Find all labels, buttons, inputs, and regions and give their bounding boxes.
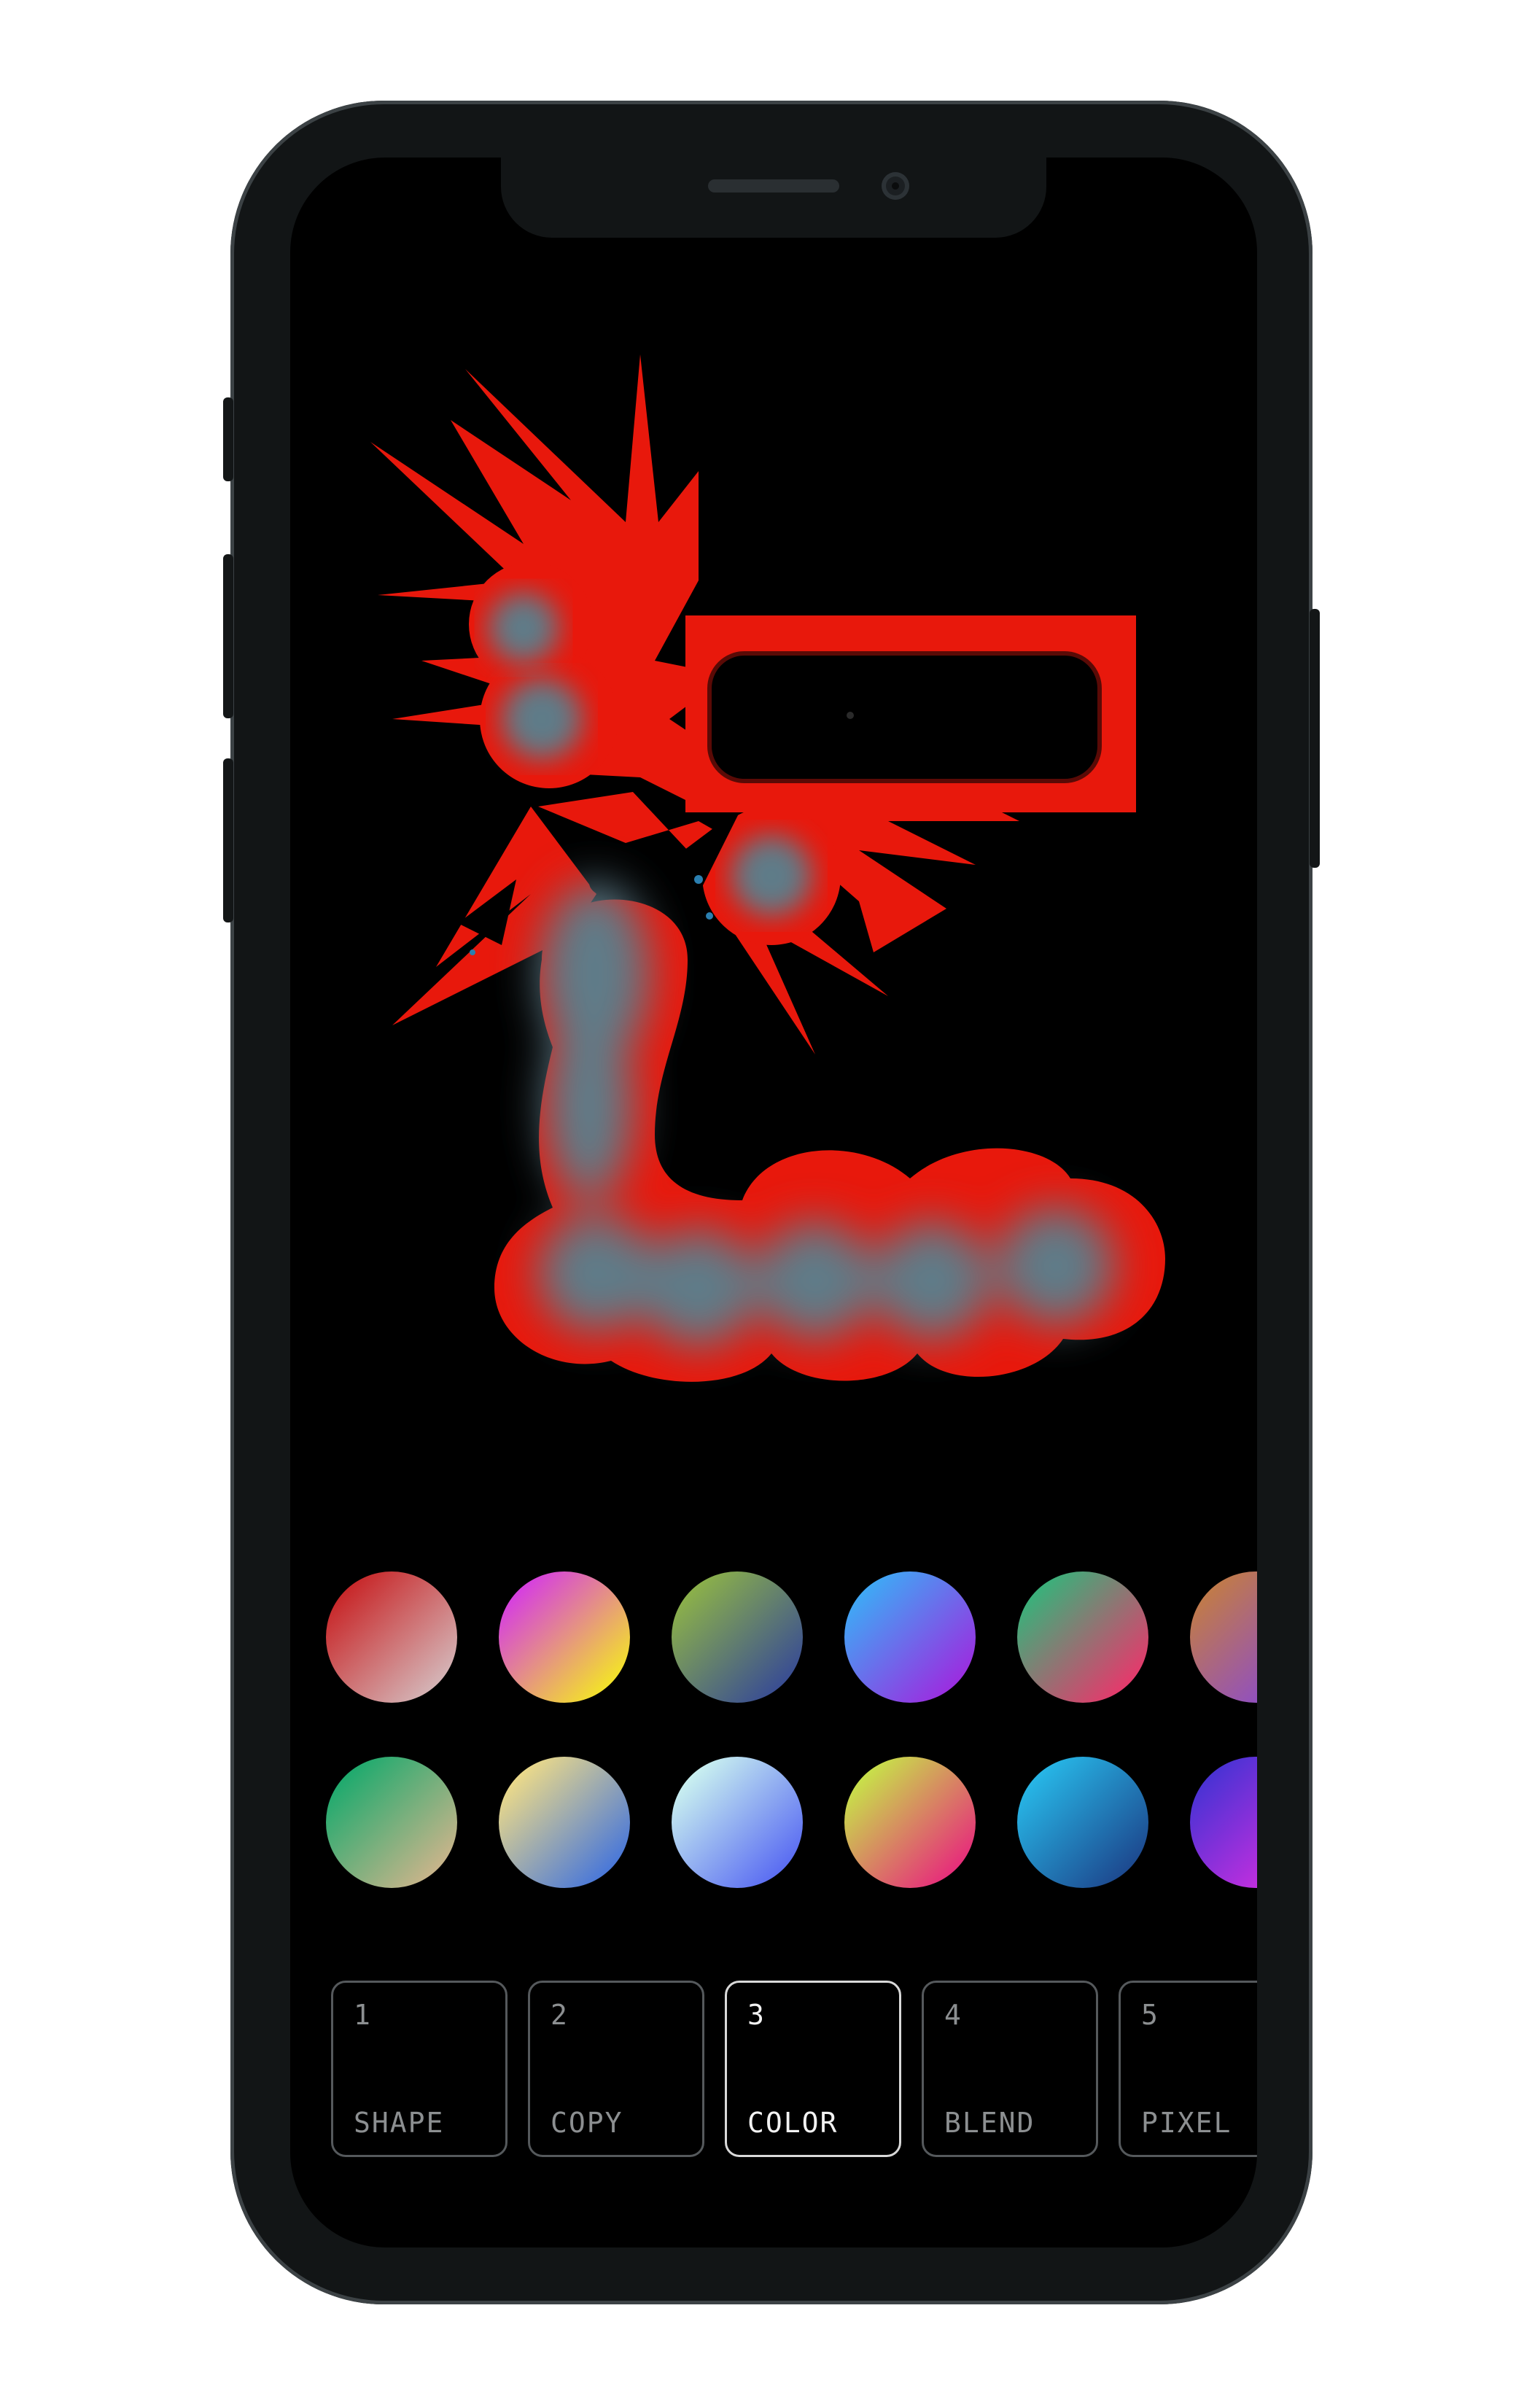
speaker-grille <box>708 179 839 193</box>
tab-number: 2 <box>551 1999 567 2031</box>
screen: 1 SHAPE 2 COPY 3 COLOR 4 BLEND 5 PIXEL <box>290 158 1257 2247</box>
color-swatch-11[interactable] <box>1017 1757 1148 1888</box>
tab-number: 1 <box>354 1999 370 2031</box>
notch <box>501 158 1046 238</box>
tab-number: 3 <box>747 1999 764 2031</box>
tab-label: SHAPE <box>354 2107 445 2139</box>
volume-up-button <box>223 554 233 718</box>
tab-color[interactable]: 3 COLOR <box>725 1981 901 2157</box>
color-swatch-6[interactable] <box>1190 1571 1257 1703</box>
tab-pixel[interactable]: 5 PIXEL <box>1119 1981 1257 2157</box>
color-swatch-5[interactable] <box>1017 1571 1148 1703</box>
tab-blend[interactable]: 4 BLEND <box>922 1981 1098 2157</box>
tab-label: PIXEL <box>1141 2107 1232 2139</box>
tab-shape[interactable]: 1 SHAPE <box>331 1981 508 2157</box>
tab-label: COPY <box>551 2107 623 2139</box>
tab-copy[interactable]: 2 COPY <box>528 1981 704 2157</box>
volume-down-button <box>223 758 233 922</box>
color-swatch-9[interactable] <box>672 1757 803 1888</box>
color-swatch-1[interactable] <box>326 1571 457 1703</box>
artwork-canvas[interactable] <box>290 340 1257 1580</box>
color-swatch-4[interactable] <box>844 1571 976 1703</box>
color-swatch-8[interactable] <box>499 1757 630 1888</box>
tab-label: COLOR <box>747 2107 839 2139</box>
color-swatch-12[interactable] <box>1190 1757 1257 1888</box>
power-button <box>1310 609 1320 868</box>
front-camera <box>882 172 909 200</box>
tab-number: 5 <box>1141 1999 1158 2031</box>
color-swatch-2[interactable] <box>499 1571 630 1703</box>
tab-label: BLEND <box>944 2107 1035 2139</box>
color-palette <box>290 1569 1257 1897</box>
mode-tab-bar: 1 SHAPE 2 COPY 3 COLOR 4 BLEND 5 PIXEL <box>290 1981 1257 2170</box>
color-swatch-3[interactable] <box>672 1571 803 1703</box>
tab-number: 4 <box>944 1999 961 2031</box>
mute-switch <box>223 397 233 481</box>
framed-pill <box>685 615 1136 812</box>
color-swatch-7[interactable] <box>326 1757 457 1888</box>
color-swatch-10[interactable] <box>844 1757 976 1888</box>
